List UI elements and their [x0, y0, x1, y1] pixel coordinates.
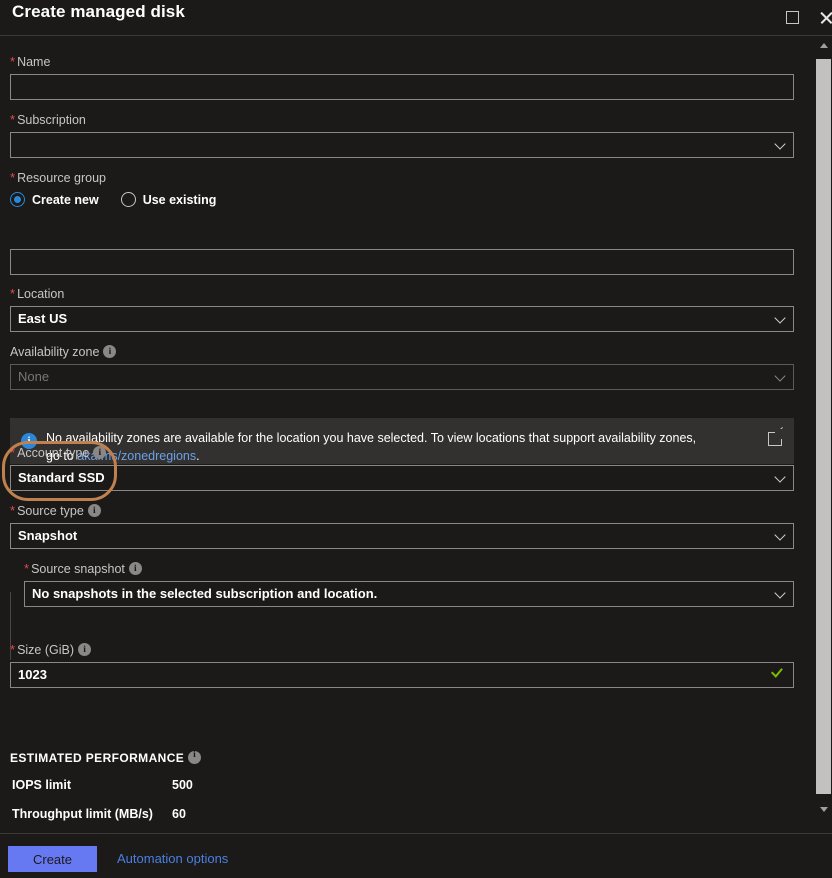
required-asterisk: * [10, 286, 16, 301]
scrollbar-thumb[interactable] [816, 59, 831, 794]
resource-group-field-group: * Resource group [10, 170, 106, 186]
location-value: East US [18, 311, 68, 326]
source-type-value: Snapshot [18, 528, 78, 543]
action-bar: Create Automation options [0, 833, 832, 878]
required-asterisk: * [10, 170, 16, 185]
create-button[interactable]: Create [8, 846, 97, 872]
perf-value: 60 [172, 807, 186, 821]
chevron-down-icon [774, 312, 786, 324]
scroll-up-button[interactable] [815, 37, 832, 54]
info-icon[interactable] [93, 445, 107, 461]
required-asterisk: * [24, 561, 30, 576]
resource-group-label: * Resource group [10, 170, 107, 185]
size-label: * Size (GiB) [10, 642, 794, 658]
size-field-group: *Size (GiB) 1023 [10, 642, 794, 688]
vertical-scrollbar[interactable] [815, 37, 832, 818]
availability-zone-label: Availability zone [10, 344, 794, 360]
subscription-select[interactable] [10, 132, 794, 158]
info-icon[interactable] [188, 750, 202, 764]
perf-value: 500 [172, 778, 193, 792]
source-type-label: * Source type [10, 503, 794, 519]
perf-label: IOPS limit [12, 778, 72, 792]
size-value: 1023 [18, 667, 47, 682]
name-field-group: * Name [10, 54, 794, 100]
required-asterisk: * [10, 112, 16, 127]
source-snapshot-field-group: *Source snapshot No snapshots in the sel… [24, 561, 794, 607]
account-type-label: * Account type [10, 445, 794, 461]
resource-group-input[interactable] [10, 249, 794, 275]
info-icon[interactable] [78, 642, 92, 658]
form-content: * Name * Subscription * Resource group C… [0, 37, 812, 821]
subscription-label: * Subscription [10, 112, 86, 127]
source-snapshot-label: * Source snapshot [24, 561, 794, 577]
radio-use-existing[interactable]: Use existing [120, 192, 217, 207]
availability-zone-select[interactable]: None [10, 364, 794, 390]
account-type-value: Standard SSD [18, 470, 105, 485]
subscription-field-group: * Subscription [10, 112, 794, 158]
info-icon[interactable] [103, 344, 117, 360]
account-type-select[interactable]: Standard SSD [10, 465, 794, 491]
account-type-field-group: *Account type Standard SSD [10, 445, 794, 491]
name-input[interactable] [10, 74, 794, 100]
availability-zone-value: None [18, 369, 50, 384]
radio-use-existing-label: Use existing [142, 192, 217, 207]
radio-create-new-label: Create new [32, 192, 99, 207]
estimated-performance-heading: ESTIMATED PERFORMANCE [10, 750, 202, 765]
valid-check-icon [770, 668, 784, 682]
page-title: Create managed disk [12, 2, 185, 21]
radio-create-new-dot [10, 192, 25, 207]
location-field-group: * Location East US [10, 286, 794, 332]
chevron-down-icon [774, 471, 786, 483]
location-label: * Location [10, 286, 65, 301]
availability-zone-field-group: Availability zone None [10, 344, 794, 390]
required-asterisk: * [10, 445, 16, 460]
maximize-button[interactable] [775, 0, 809, 34]
chevron-down-icon [774, 529, 786, 541]
create-managed-disk-blade: Create managed disk * Name * Subscription [0, 0, 832, 878]
info-icon[interactable] [128, 561, 142, 577]
radio-use-existing-dot [120, 192, 136, 207]
source-type-select[interactable]: Snapshot [10, 523, 794, 549]
close-icon [819, 10, 832, 25]
name-label: * Name [10, 54, 51, 69]
chevron-down-icon [774, 370, 786, 382]
scroll-down-button[interactable] [815, 801, 832, 818]
maximize-icon [785, 10, 799, 24]
source-snapshot-select[interactable]: No snapshots in the selected subscriptio… [24, 581, 794, 607]
location-select[interactable]: East US [10, 306, 794, 332]
radio-create-new[interactable]: Create new [10, 192, 99, 207]
source-snapshot-value: No snapshots in the selected subscriptio… [32, 586, 378, 601]
source-type-field-group: *Source type Snapshot [10, 503, 794, 549]
close-button[interactable] [809, 0, 832, 34]
chevron-down-icon [774, 138, 786, 150]
info-icon[interactable] [87, 503, 101, 519]
chevron-up-icon [819, 43, 828, 48]
external-link-icon[interactable] [768, 427, 785, 446]
title-bar: Create managed disk [0, 0, 832, 36]
required-asterisk: * [10, 642, 16, 657]
perf-label: Throughput limit (MB/s) [12, 807, 153, 821]
required-asterisk: * [10, 54, 16, 69]
automation-options-link[interactable]: Automation options [117, 851, 228, 866]
required-asterisk: * [10, 503, 16, 518]
resource-group-radio-group: Create new Use existing [10, 192, 238, 207]
size-input[interactable]: 1023 [10, 662, 794, 688]
chevron-down-icon [819, 807, 828, 812]
chevron-down-icon [774, 587, 786, 599]
